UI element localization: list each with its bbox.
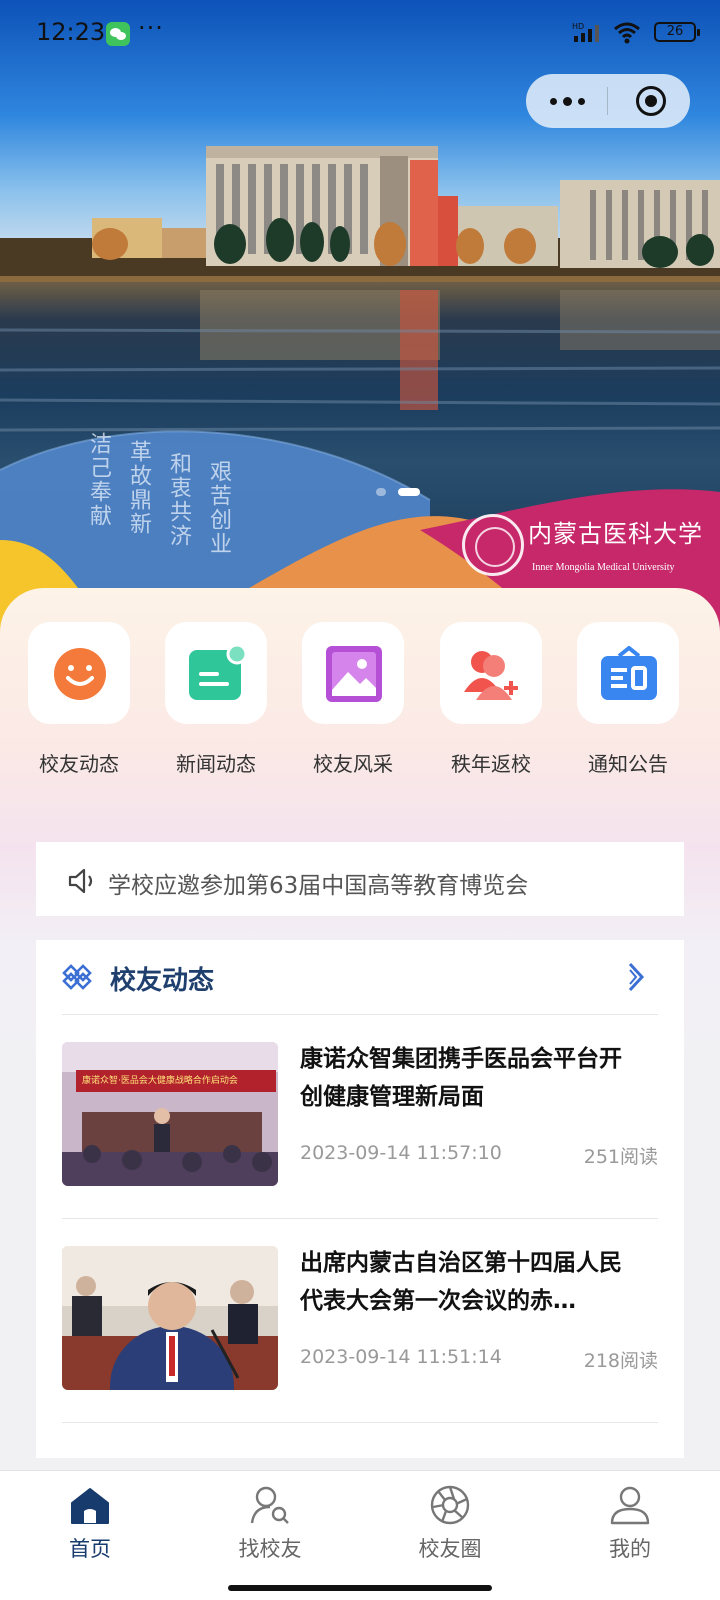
menu-announcements[interactable]: 通知公告	[567, 622, 687, 782]
tab-mine[interactable]: 我的	[540, 1471, 720, 1571]
news-title: 康诺众智集团携手医品会平台开创健康管理新局面	[300, 1046, 622, 1110]
menu-label: 校友风采	[313, 752, 393, 776]
tab-home[interactable]: 首页	[0, 1471, 180, 1571]
battery-icon: 26	[654, 22, 700, 42]
status-time: 12:23	[36, 18, 106, 46]
news-date: 2023-09-14 11:51:14	[300, 1346, 502, 1368]
notice-bar[interactable]: 学校应邀参加第63届中国高等教育博览会	[36, 842, 684, 916]
divider	[62, 1014, 658, 1015]
section-title: 校友动态	[110, 966, 215, 996]
picture-icon	[326, 646, 382, 702]
home-indicator[interactable]	[228, 1585, 492, 1591]
menu-tile	[440, 622, 542, 724]
find-user-icon	[250, 1486, 289, 1524]
seal-icon	[462, 514, 524, 576]
svg-text:HD: HD	[572, 22, 584, 31]
carousel-indicator	[376, 488, 436, 498]
tab-bar: 首页 找校友 校友圈 我的	[0, 1470, 720, 1600]
tab-label: 首页	[69, 1537, 111, 1561]
more-button[interactable]	[526, 74, 608, 128]
menu-label: 通知公告	[588, 752, 668, 776]
menu-tile	[302, 622, 404, 724]
speaker-icon	[68, 868, 93, 894]
news-thumbnail	[62, 1246, 278, 1390]
tab-label: 校友圈	[418, 1537, 482, 1561]
news-date: 2023-09-14 11:57:10	[300, 1142, 502, 1164]
menu-news[interactable]: 新闻动态	[155, 622, 275, 782]
status-bar: 12:23 ··· HD 26	[0, 0, 720, 66]
slogan-1: 洁己奉献	[86, 432, 111, 528]
carousel-dot-active	[398, 488, 420, 496]
quick-menu: 校友动态 新闻动态 校友风采 秩年返校 通知公告	[0, 622, 720, 782]
notice-text: 学校应邀参加第63届中国高等教育博览会	[108, 873, 529, 899]
wifi-icon	[614, 22, 640, 44]
more-arrow-icon[interactable]	[626, 962, 646, 992]
menu-label: 新闻动态	[176, 752, 256, 776]
menu-reunion[interactable]: 秩年返校	[430, 622, 550, 782]
wechat-icon	[106, 22, 130, 46]
divider	[62, 1422, 658, 1423]
university-name-cn: 内蒙古医科大学	[528, 520, 703, 548]
capsule-divider	[607, 87, 608, 115]
miniprogram-capsule	[526, 74, 690, 128]
more-notifications-icon: ···	[138, 14, 164, 42]
menu-label: 校友动态	[39, 752, 119, 776]
slogan-3: 和衷共济	[166, 452, 191, 548]
carousel-dot	[376, 488, 386, 496]
news-title: 出席内蒙古自治区第十四届人民代表大会第一次会议的赤…	[300, 1250, 622, 1314]
signal-icon: HD	[572, 22, 599, 42]
news-item[interactable]: 出席内蒙古自治区第十四届人民代表大会第一次会议的赤… 2023-09-14 11…	[62, 1220, 658, 1398]
slogan-2: 革故鼎新	[126, 440, 151, 536]
profile-icon	[610, 1486, 650, 1525]
menu-tile	[577, 622, 679, 724]
knot-icon	[62, 964, 92, 990]
notice-board-icon	[601, 646, 657, 700]
divider	[62, 1218, 658, 1219]
add-user-icon	[464, 651, 518, 700]
news-item[interactable]: 康诺众智·医品会大健康战略合作启动会 康诺众智集团携手医品会平台开创健康管理新局…	[62, 1016, 658, 1194]
tab-label: 找校友	[238, 1537, 302, 1561]
alumni-news-card: 校友动态 康诺众智·医品会大健康战略合作启动会 康诺众智集团携手医品会平台开创健…	[36, 940, 684, 1458]
menu-tile	[28, 622, 130, 724]
content-sheet: 校友动态 新闻动态 校友风采 秩年返校 通知公告 学校应邀参加第63届中国高等教…	[0, 588, 720, 1458]
menu-tile	[165, 622, 267, 724]
home-icon	[71, 1488, 109, 1524]
news-reads: 251阅读	[583, 1146, 658, 1168]
section-header: 校友动态	[36, 940, 684, 1014]
menu-alumni-news[interactable]: 校友动态	[18, 622, 138, 782]
tab-label: 我的	[609, 1537, 651, 1561]
tab-find-alumni[interactable]: 找校友	[180, 1471, 360, 1571]
aperture-icon	[430, 1485, 470, 1525]
status-icons: HD 26	[546, 20, 700, 46]
news-icon	[189, 646, 245, 700]
menu-alumni-style[interactable]: 校友风采	[292, 622, 412, 782]
university-logo: 内蒙古医科大学 Inner Mongolia Medical Universit…	[462, 514, 702, 578]
slogan-4: 艰苦创业	[206, 460, 231, 556]
university-name-en: Inner Mongolia Medical University	[532, 562, 675, 573]
news-thumbnail: 康诺众智·医品会大健康战略合作启动会	[62, 1042, 278, 1186]
news-reads: 218阅读	[583, 1350, 658, 1372]
close-miniprogram-button[interactable]	[636, 86, 666, 116]
menu-label: 秩年返校	[451, 752, 531, 776]
thumbnail-banner-text: 康诺众智·医品会大健康战略合作启动会	[82, 1076, 238, 1086]
tab-alumni-circle[interactable]: 校友圈	[360, 1471, 540, 1571]
smile-icon	[54, 648, 106, 700]
